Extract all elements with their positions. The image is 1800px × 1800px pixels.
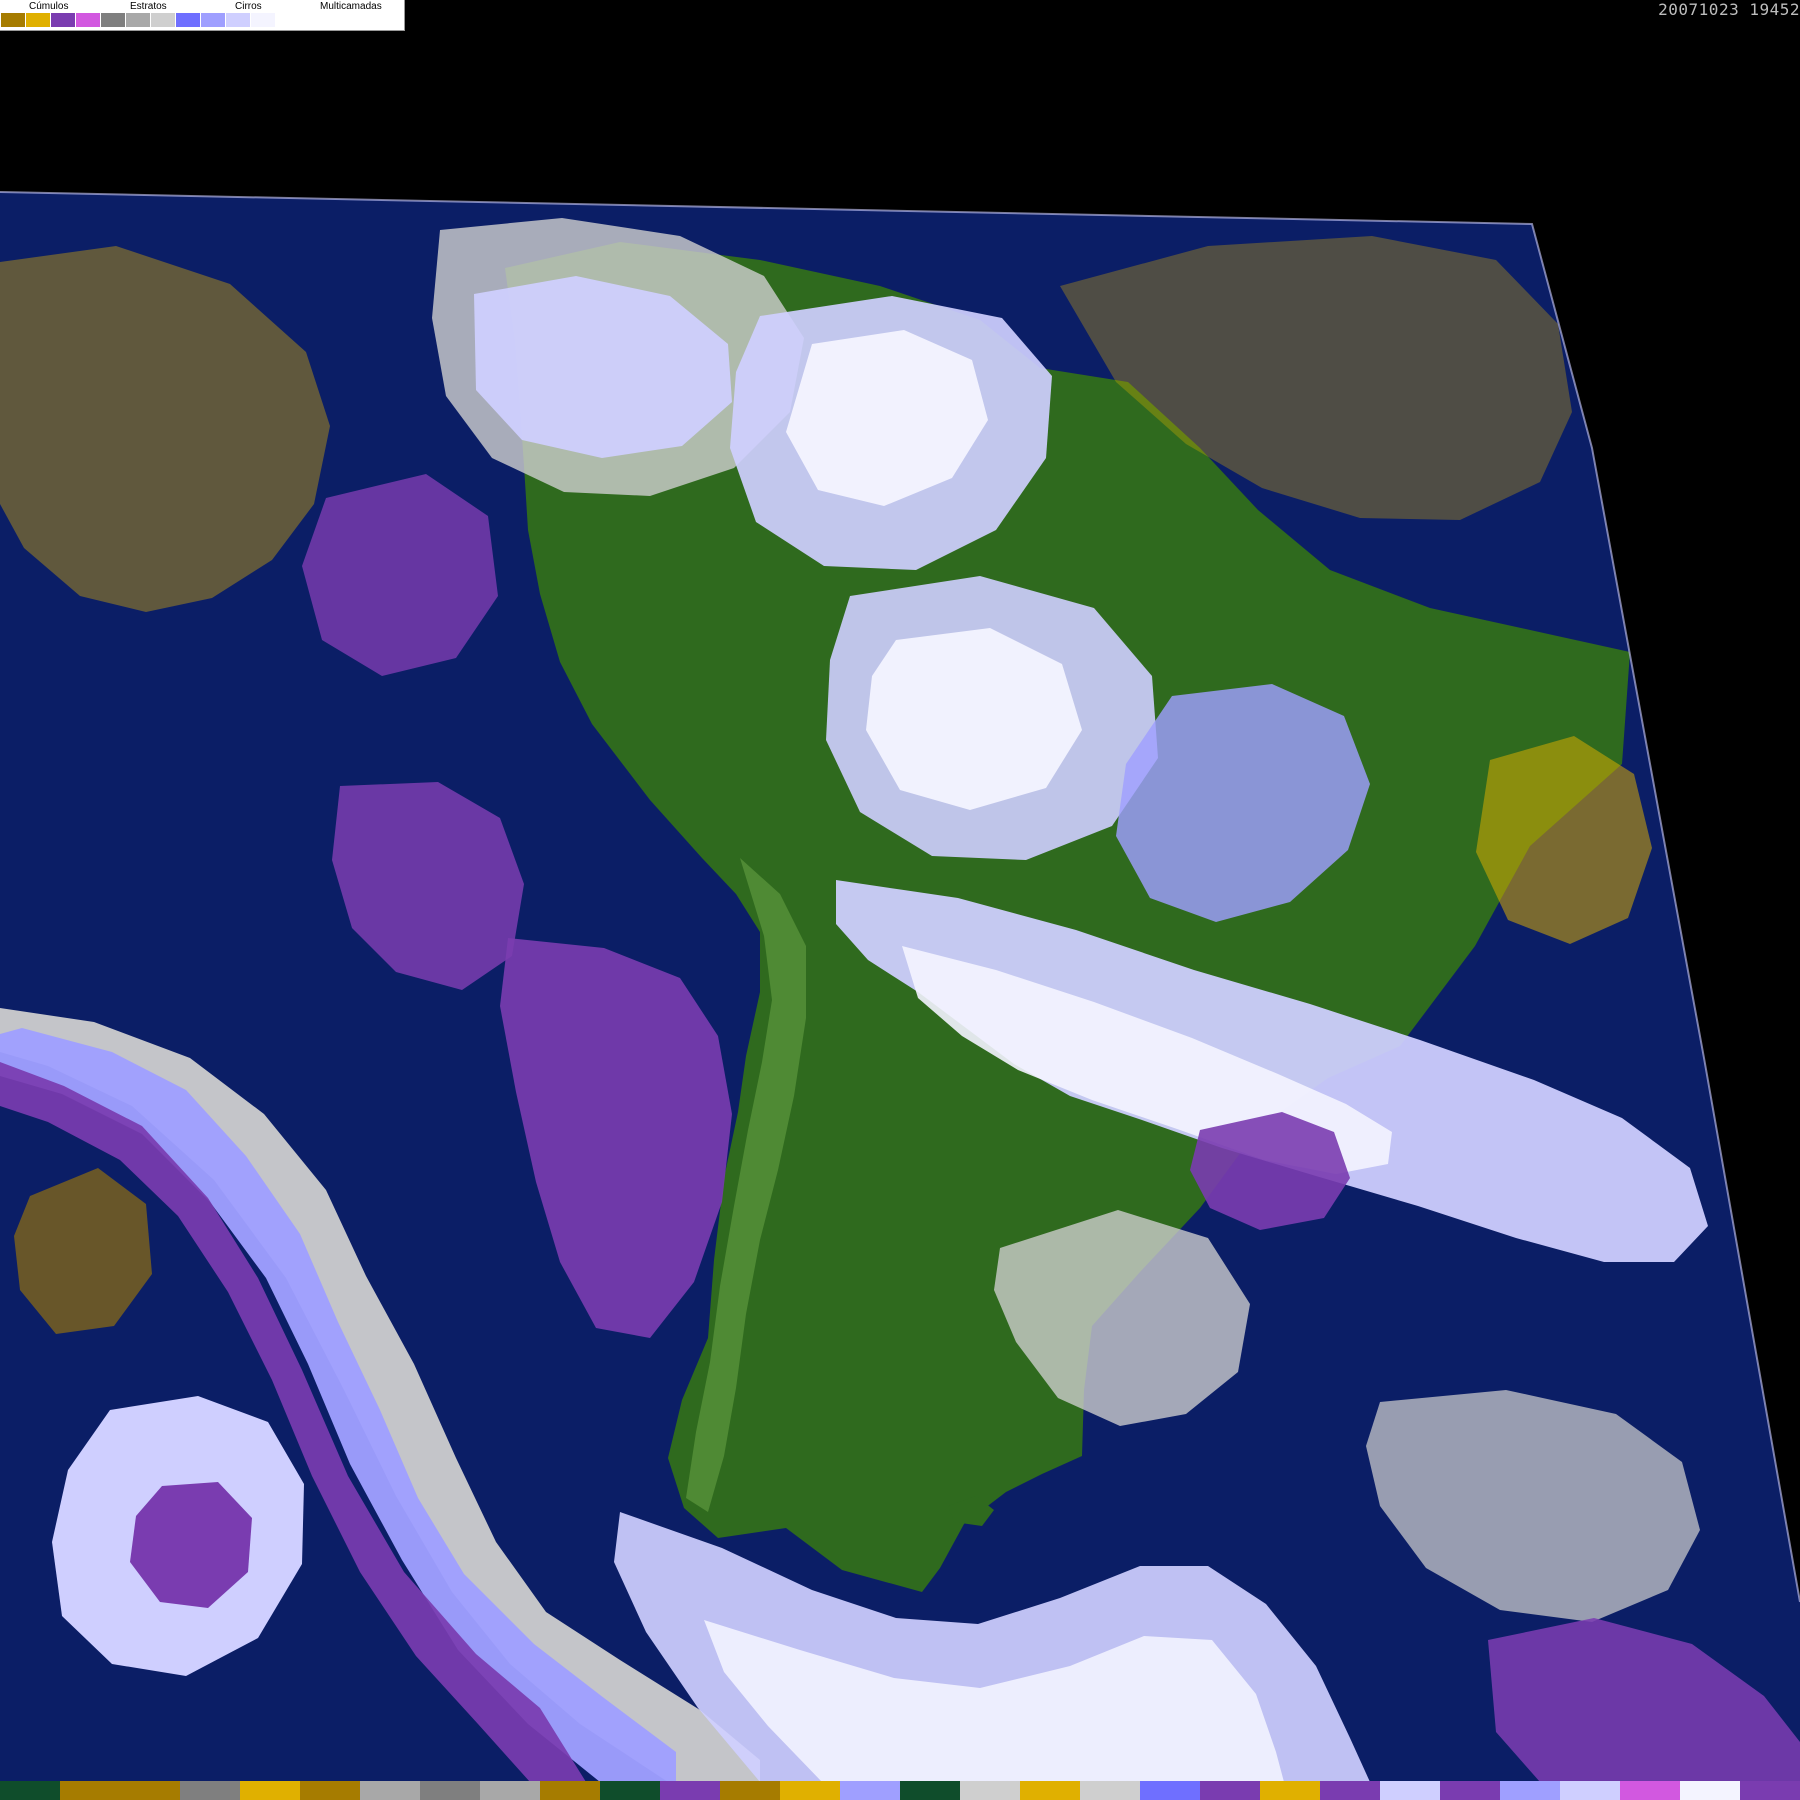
bottom-strip-cell: [1620, 1781, 1680, 1800]
legend-swatch-cirrus-mid: [126, 13, 151, 27]
legend-label-cirros: Cirros: [235, 1, 262, 12]
bottom-strip-cell: [1260, 1781, 1320, 1800]
bottom-strip-cell: [180, 1781, 240, 1800]
bottom-strip-cell: [900, 1781, 960, 1800]
bottom-strip-cell: [1560, 1781, 1620, 1800]
legend-swatch-multilayer-pale: [226, 13, 251, 27]
bottom-strip-cell: [420, 1781, 480, 1800]
bottom-strip-cell: [720, 1781, 780, 1800]
bottom-strip-cell: [0, 1781, 60, 1800]
legend-swatch-cumulus-light: [26, 13, 51, 27]
bottom-strip-cell: [1380, 1781, 1440, 1800]
legend-swatch-cirrus-dark: [101, 13, 126, 27]
bottom-strip-cell: [120, 1781, 180, 1800]
satellite-cloud-classification-map: [0, 191, 1800, 1782]
bottom-color-strip: [0, 1781, 1800, 1800]
bottom-strip-cell: [1020, 1781, 1080, 1800]
bottom-strip-cell: [840, 1781, 900, 1800]
bottom-strip-cell: [360, 1781, 420, 1800]
bottom-strip-cell: [480, 1781, 540, 1800]
image-timestamp: 20071023 19452: [1658, 0, 1800, 19]
bottom-strip-cell: [240, 1781, 300, 1800]
bottom-strip-cell: [1200, 1781, 1260, 1800]
bottom-strip-cell: [60, 1781, 120, 1800]
bottom-strip-cell: [1680, 1781, 1740, 1800]
legend-swatch-multilayer-blue: [176, 13, 201, 27]
bottom-strip-cell: [1740, 1781, 1800, 1800]
legend-swatch-cirrus-light: [151, 13, 176, 27]
legend-swatch-cumulus-dark: [1, 13, 26, 27]
bottom-strip-cell: [960, 1781, 1020, 1800]
legend-swatches: [1, 13, 276, 27]
bottom-strip-cell: [1320, 1781, 1380, 1800]
bottom-strip-cell: [1440, 1781, 1500, 1800]
legend-swatch-stratus-dark: [51, 13, 76, 27]
legend-label-estratos: Estratos: [130, 1, 167, 12]
bottom-strip-cell: [660, 1781, 720, 1800]
bottom-strip-cell: [600, 1781, 660, 1800]
legend-swatch-multilayer-lavender: [201, 13, 226, 27]
bottom-strip-cell: [1500, 1781, 1560, 1800]
legend-label-cumulos: Cúmulos: [29, 1, 69, 12]
legend-label-multicamadas: Multicamadas: [320, 1, 382, 12]
cloud-type-legend: Cúmulos Estratos Cirros Multicamadas: [0, 0, 405, 31]
bottom-strip-cell: [300, 1781, 360, 1800]
legend-swatch-stratus-light: [76, 13, 101, 27]
bottom-strip-cell: [780, 1781, 840, 1800]
legend-swatch-multilayer-white: [251, 13, 276, 27]
bottom-strip-cell: [1080, 1781, 1140, 1800]
bottom-strip-cell: [540, 1781, 600, 1800]
bottom-strip-cell: [1140, 1781, 1200, 1800]
